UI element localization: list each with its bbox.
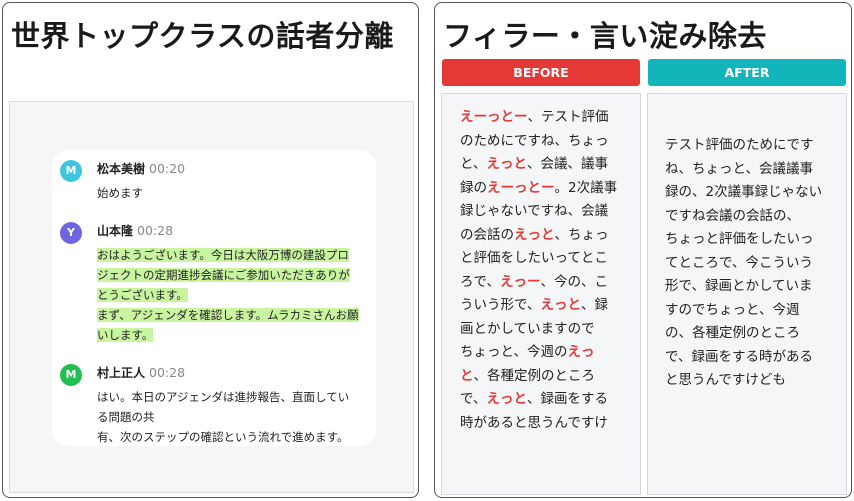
text-segment: の会話の — [460, 226, 514, 243]
timestamp: 00:28 — [149, 365, 186, 380]
message-header: 松本美樹 00:20 — [97, 160, 185, 178]
text-segment: 、録 — [580, 297, 608, 313]
highlighted-text: まず、アジェンダを確認します。ムラカミさんお願 — [97, 308, 359, 322]
filler-removal-panel: フィラー・言い淀み除去 BEFORE AFTER えーっとー、テスト評価 のために… — [434, 2, 852, 498]
after-line: ですね会議の会話の、 — [665, 207, 800, 224]
before-line: で、えっと、録画をする — [460, 388, 622, 412]
before-transcript: えーっとー、テスト評価 のためにですね、ちょっ と、えっと、会議、議事 録のえーっとー… — [460, 106, 622, 435]
message-line: ジェクトの定期進捗会議にご参加いただきありが — [97, 265, 372, 285]
text-segment: 録じゃないですね、会議 — [460, 203, 609, 219]
filler-word: えっと — [486, 156, 527, 172]
speaker-diarization-title: 世界トップクラスの話者分離 — [11, 19, 394, 53]
after-line: と思うんですけども — [665, 372, 786, 388]
after-line: ね、ちょっと、会議議事 — [665, 160, 813, 177]
timestamp: 00:28 — [137, 223, 174, 238]
before-line: と評価をしたいってとこ — [460, 247, 622, 271]
text-segment: 時があると思うんですけ — [460, 414, 608, 431]
text-segment: 、ちょっ — [554, 226, 609, 243]
line-text: 始めます — [97, 186, 143, 200]
line-text: る問題の共 — [97, 410, 155, 424]
before-label: BEFORE — [442, 59, 640, 86]
filler-word: えーっとー — [487, 179, 555, 196]
after-label: AFTER — [648, 59, 846, 86]
before-line: 録のえーっとー。2次議事 — [460, 177, 622, 201]
message-header: 山本隆 00:28 — [97, 222, 173, 240]
after-transcript: テスト評価のためにです ね、ちょっと、会議議事 録の、2次議事録じゃない ですね会議の… — [665, 134, 831, 393]
highlighted-text: とうございます。 — [97, 288, 188, 302]
text-segment: 、各種定例のところ — [473, 367, 596, 384]
after-line: で、録画をする時がある — [665, 348, 813, 365]
speaker-name: 村上正人 — [97, 366, 146, 380]
text-segment: 画とかしていますので — [460, 320, 595, 337]
avatar: Y — [60, 222, 82, 244]
message-line: おはようございます。今日は大阪万博の建設プロ — [97, 245, 372, 265]
before-line: ういう形で、えっと、録 — [460, 294, 622, 318]
before-line: 録じゃないですね、会議 — [460, 200, 622, 224]
text-segment: 。2次議事 — [554, 179, 618, 196]
before-line: ちょっと、今週のえっ — [460, 341, 622, 365]
filler-word: えっ — [567, 344, 595, 360]
after-line: 形で、録画とかしていま — [665, 278, 813, 294]
message-header: 村上正人 00:28 — [97, 364, 185, 382]
before-text-box: えーっとー、テスト評価 のためにですね、ちょっ と、えっと、会議、議事 録のえーっとー… — [441, 93, 641, 495]
transcript-card: M 松本美樹 00:20 始めます Y 山本隆 00:28 おはようございます。今日は大阪万博… — [52, 150, 376, 446]
message-text: はい。本日のアジェンダは進捗報告、直面してい る問題の共有、次のステップの確認とい… — [97, 387, 372, 446]
transcript-frame: M 松本美樹 00:20 始めます Y 山本隆 00:28 おはようございます。今日は大阪万博… — [9, 101, 414, 493]
before-line: えーっとー、テスト評価 — [460, 106, 622, 130]
filler-word: えっと — [514, 226, 555, 243]
message-line: 有、次のステップの確認という流れで進めます。 — [97, 427, 372, 446]
after-line: 録の、2次議事録じゃない — [665, 184, 823, 200]
message-line: はい。本日のアジェンダは進捗報告、直面してい — [97, 387, 372, 407]
highlighted-text: ジェクトの定期進捗会議にご参加いただきありが — [97, 268, 350, 282]
message-line: とうございます。 — [97, 285, 372, 305]
highlighted-text: おはようございます。今日は大阪万博の建設プロ — [97, 248, 349, 262]
filler-removal-title: フィラー・言い淀み除去 — [443, 19, 767, 53]
text-segment: ういう形で、 — [460, 297, 541, 313]
filler-word: えっと — [486, 391, 527, 407]
message-line: 始めます — [97, 183, 372, 203]
text-segment: 、会議、議事 — [526, 156, 608, 172]
after-line: てところで、今こういう — [665, 254, 813, 271]
text-segment: 録の — [460, 179, 487, 196]
speaker-name: 山本隆 — [97, 224, 134, 238]
avatar: M — [60, 364, 82, 386]
message-line: いします。 — [97, 325, 372, 345]
message-line: まず、アジェンダを確認します。ムラカミさんお願 — [97, 305, 372, 325]
text-segment: 、テスト評価 — [527, 109, 609, 125]
message-text: おはようございます。今日は大阪万博の建設プロ ジェクトの定期進捗会議にご参加いただ… — [97, 245, 372, 345]
text-segment: と、 — [460, 156, 487, 172]
before-line: 時があると思うんですけ — [460, 412, 622, 436]
message-line: る問題の共 — [97, 407, 372, 427]
filler-word: えっと — [540, 297, 581, 313]
timestamp: 00:20 — [149, 161, 186, 176]
before-line: と、各種定例のところ — [460, 365, 622, 389]
line-text: 有、次のステップの確認という流れで進めます。 — [97, 430, 349, 444]
filler-word: えーっとー — [460, 109, 528, 125]
after-line: ちょっと評価をしたいっ — [665, 231, 814, 247]
avatar: M — [60, 160, 82, 182]
text-segment: 、録画をする — [526, 391, 608, 407]
text-segment: で、 — [460, 391, 487, 407]
filler-word: と — [460, 367, 474, 384]
after-line: テスト評価のためにです — [665, 137, 814, 153]
before-line: ろで、えっー、今の、こ — [460, 271, 622, 295]
after-line: すのでちょっと、今週 — [665, 301, 800, 318]
text-segment: ちょっと、今週の — [460, 344, 568, 360]
text-segment: のためにですね、ちょっ — [460, 132, 609, 149]
line-text: はい。本日のアジェンダは進捗報告、直面してい — [97, 390, 350, 404]
before-line: のためにですね、ちょっ — [460, 130, 622, 154]
after-text-box: テスト評価のためにです ね、ちょっと、会議議事 録の、2次議事録じゃない ですね会議の… — [647, 93, 847, 495]
filler-word: えっー — [499, 273, 541, 290]
speaker-diarization-panel: 世界トップクラスの話者分離 M 松本美樹 00:20 始めます Y 山本隆 00:28 おはよ… — [2, 2, 419, 498]
text-segment: と評価をしたいってとこ — [460, 250, 608, 266]
text-segment: 、今の、こ — [540, 273, 608, 290]
before-line: の会話のえっと、ちょっ — [460, 224, 622, 248]
text-segment: ろで、 — [460, 273, 500, 290]
after-line: の、各種定例のところ — [665, 325, 800, 341]
message-text: 始めます — [97, 183, 372, 203]
before-line: 画とかしていますので — [460, 318, 622, 342]
speaker-name: 松本美樹 — [97, 162, 146, 176]
highlighted-text: いします。 — [97, 328, 154, 342]
before-line: と、えっと、会議、議事 — [460, 153, 622, 177]
